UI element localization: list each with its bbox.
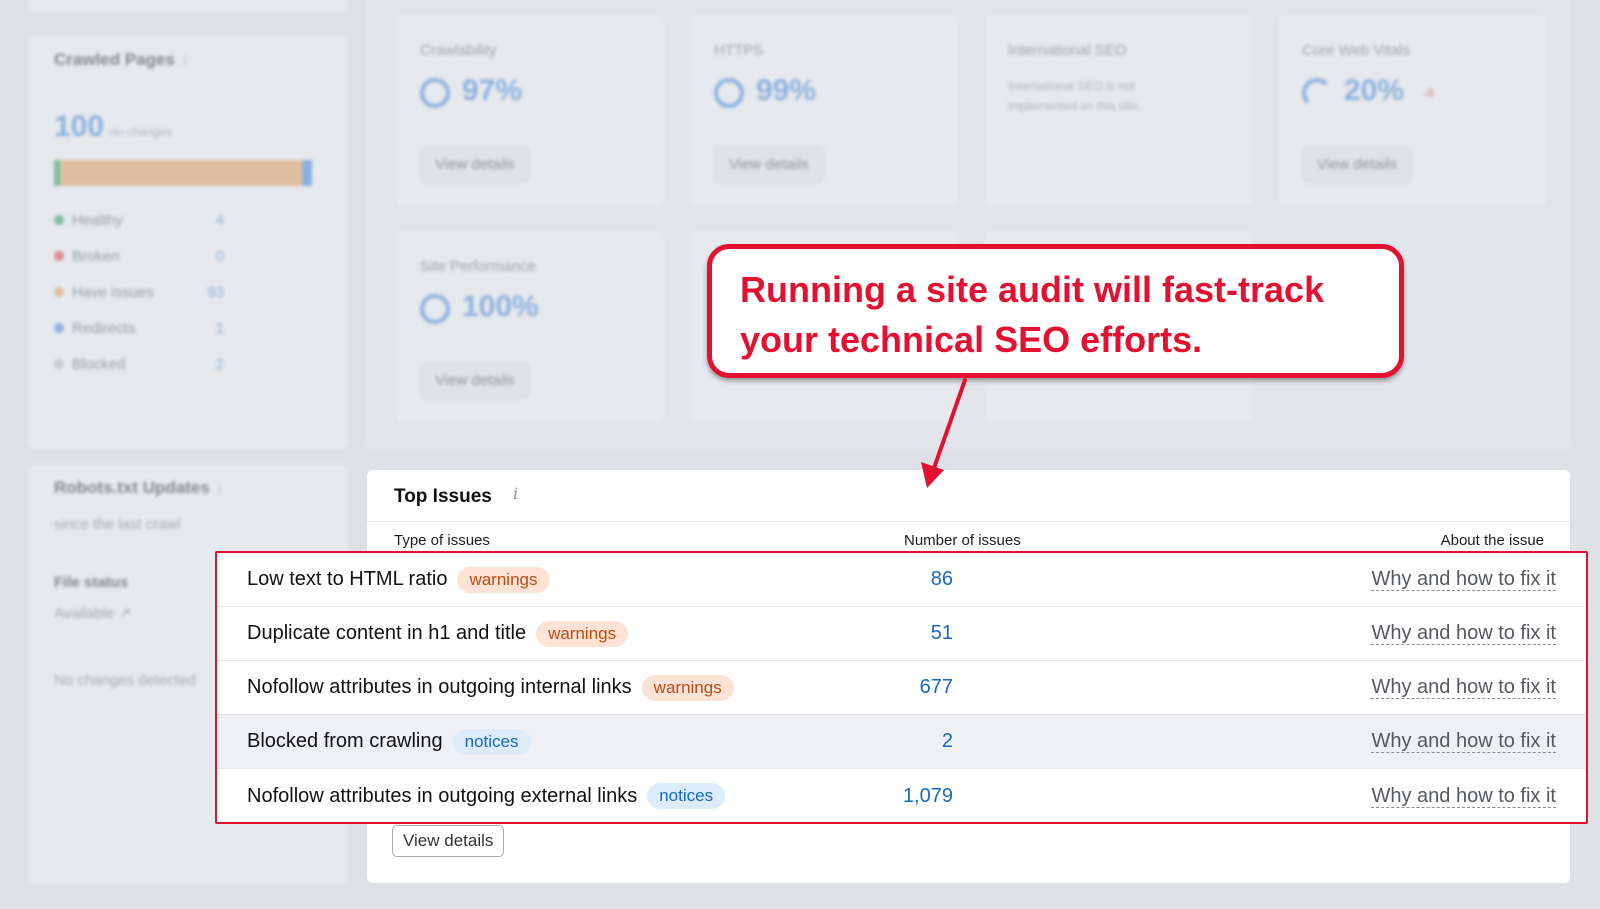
https-title: HTTPS: [714, 42, 764, 59]
blocked-dot-icon: [54, 359, 64, 369]
crawled-pages-legend: Healthy 4 Broken 0 Have issues 93 Redirects…: [54, 202, 224, 382]
why-fix-link[interactable]: Why and how to fix it: [1371, 568, 1556, 591]
table-row: Blocked from crawling notices 2 Why and h…: [217, 715, 1586, 769]
site-performance-title: Site Performance: [420, 258, 536, 275]
redirects-dot-icon: [54, 323, 64, 333]
issue-count[interactable]: 86: [931, 568, 953, 591]
site-performance-percent: 100%: [462, 290, 539, 323]
issue-count[interactable]: 51: [931, 622, 953, 645]
info-icon[interactable]: i: [513, 484, 518, 503]
cwv-title: Core Web Vitals: [1302, 42, 1410, 59]
crawlability-card: Crawlability 97% View details: [394, 12, 667, 210]
warnings-badge: warnings: [641, 674, 734, 701]
core-web-vitals-card: Core Web Vitals 20% -8 View details: [1276, 12, 1549, 210]
crawlability-title: Crawlability: [420, 42, 497, 59]
issue-count[interactable]: 2: [942, 730, 953, 753]
issues-dot-icon: [54, 287, 64, 297]
international-seo-card: International SEO International SEO is n…: [982, 12, 1255, 210]
callout-line-1: Running a site audit will fast-track: [740, 269, 1325, 310]
cwv-percent: 20%: [1344, 74, 1405, 107]
robots-title: Robots.txt Updates i: [54, 478, 221, 497]
why-fix-link[interactable]: Why and how to fix it: [1371, 730, 1556, 753]
left-top-card: [28, 0, 348, 12]
crawled-pages-count: 100 no changes: [54, 110, 173, 143]
issue-name[interactable]: Blocked from crawling: [247, 730, 443, 753]
table-row: Nofollow attributes in outgoing external…: [217, 769, 1586, 823]
issue-count[interactable]: 677: [920, 676, 953, 699]
table-row: Nofollow attributes in outgoing internal…: [217, 661, 1586, 715]
panel-divider: [367, 521, 1570, 522]
cwv-view-details-button[interactable]: View details: [1302, 146, 1412, 183]
why-fix-link[interactable]: Why and how to fix it: [1371, 785, 1556, 808]
issue-name[interactable]: Nofollow attributes in outgoing external…: [247, 785, 637, 808]
file-status-label: File status: [54, 574, 129, 591]
https-card: HTTPS 99% View details: [688, 12, 961, 210]
warnings-badge: warnings: [536, 620, 629, 647]
https-ring-icon: [714, 78, 744, 108]
crawled-pages-bar: [54, 160, 312, 186]
why-fix-link[interactable]: Why and how to fix it: [1371, 622, 1556, 645]
table-row: Duplicate content in h1 and title warning…: [217, 607, 1586, 661]
issue-name[interactable]: Nofollow attributes in outgoing internal…: [247, 676, 632, 699]
issues-table: Low text to HTML ratio warnings 86 Why an…: [215, 551, 1588, 824]
https-view-details-button[interactable]: View details: [714, 146, 824, 183]
issue-count[interactable]: 1,079: [903, 785, 953, 808]
crawled-pages-card: Crawled Pages i 100 no changes Healthy 4 Br…: [28, 36, 348, 450]
cwv-delta: -8: [1423, 86, 1434, 100]
column-header-number: Number of issues: [904, 532, 1021, 549]
why-fix-link[interactable]: Why and how to fix it: [1371, 676, 1556, 699]
legend-have-issues[interactable]: Have issues 93: [54, 274, 224, 310]
crawlability-percent: 97%: [462, 74, 523, 107]
external-link-icon: ↗: [118, 605, 132, 622]
issue-name[interactable]: Low text to HTML ratio: [247, 568, 447, 591]
broken-dot-icon: [54, 251, 64, 261]
warnings-badge: warnings: [457, 566, 550, 593]
cwv-ring-icon: [1302, 78, 1332, 108]
issue-name[interactable]: Duplicate content in h1 and title: [247, 622, 526, 645]
international-seo-description: International SEO is not implemented on …: [1008, 79, 1141, 113]
site-performance-card: Site Performance 100% View details: [394, 228, 667, 426]
table-row: Low text to HTML ratio warnings 86 Why an…: [217, 553, 1586, 607]
crawlability-ring-icon: [420, 78, 450, 108]
view-details-button[interactable]: View details: [392, 825, 505, 857]
healthy-dot-icon: [54, 215, 64, 225]
notices-badge: notices: [647, 783, 726, 809]
legend-redirects[interactable]: Redirects 1: [54, 310, 224, 346]
legend-healthy[interactable]: Healthy 4: [54, 202, 224, 238]
site-performance-ring-icon: [420, 294, 450, 324]
https-percent: 99%: [756, 74, 817, 107]
site-performance-view-details-button[interactable]: View details: [420, 362, 530, 399]
callout-line-2: your technical SEO efforts.: [740, 319, 1203, 360]
crawlability-view-details-button[interactable]: View details: [420, 146, 530, 183]
robots-no-changes: No changes detected: [54, 672, 196, 689]
legend-broken[interactable]: Broken 0: [54, 238, 224, 274]
robots-subtitle: since the last crawl: [54, 516, 181, 533]
column-header-type: Type of issues: [394, 532, 490, 549]
callout-bubble: Running a site audit will fast-track you…: [707, 244, 1404, 378]
crawled-pages-title: Crawled Pages i: [54, 50, 187, 69]
top-issues-title: Top Issues: [394, 486, 492, 507]
notices-badge: notices: [452, 728, 531, 755]
column-header-about: About the issue: [1440, 532, 1544, 549]
international-seo-title: International SEO: [1008, 42, 1127, 59]
legend-blocked[interactable]: Blocked 2: [54, 346, 224, 382]
file-status-value[interactable]: Available ↗: [54, 604, 131, 622]
